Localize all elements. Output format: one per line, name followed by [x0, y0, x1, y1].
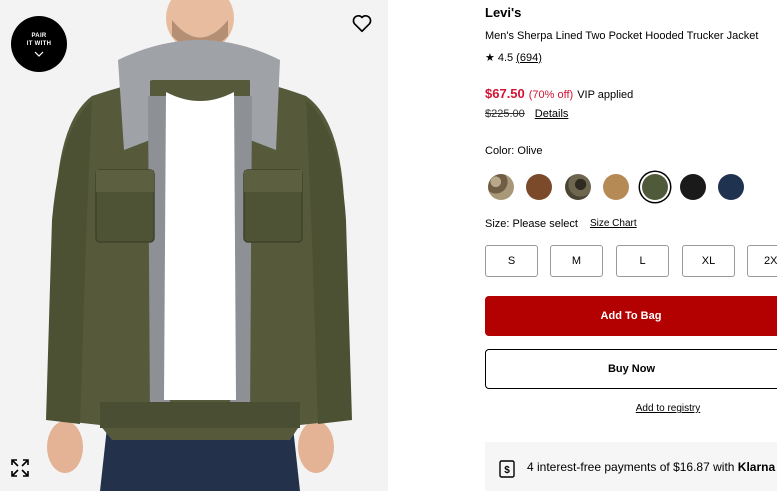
add-to-bag-button[interactable]: Add To Bag	[485, 296, 777, 336]
product-info-panel: Levi's Men's Sherpa Lined Two Pocket Hoo…	[485, 0, 777, 491]
size-option-l[interactable]: L	[616, 245, 669, 277]
rating: ★ 4.5 (694)	[485, 51, 542, 65]
heart-icon[interactable]	[351, 12, 373, 34]
color-swatch-navy[interactable]	[718, 174, 744, 200]
size-option-2x[interactable]: 2X	[747, 245, 777, 277]
color-swatch-camo-dark[interactable]	[565, 174, 591, 200]
brand-name[interactable]: Levi's	[485, 5, 521, 20]
color-swatch-camo-tan[interactable]	[488, 174, 514, 200]
pair-it-with-badge[interactable]: PAIR IT WITH	[11, 16, 67, 72]
size-option-m[interactable]: M	[550, 245, 603, 277]
klarna-brand: Klarna	[737, 460, 776, 474]
color-swatch-tan[interactable]	[603, 174, 629, 200]
original-price-row: $225.00 Details	[485, 108, 568, 120]
color-swatch-black[interactable]	[680, 174, 706, 200]
color-swatches	[485, 172, 777, 202]
color-label: Color: Olive	[485, 145, 543, 157]
add-to-registry-link[interactable]: Add to registry	[485, 403, 777, 414]
klarna-payments-text: 4 interest-free payments of $16.87 with	[527, 460, 738, 474]
size-option-xl[interactable]: XL	[682, 245, 735, 277]
buy-now-button[interactable]: Buy Now	[485, 349, 777, 389]
chevron-down-icon	[34, 51, 44, 57]
svg-text:$: $	[504, 465, 510, 476]
klarna-banner[interactable]: $ 4 interest-free payments of $16.87 wit…	[485, 442, 777, 491]
star-icon: ★	[485, 52, 495, 64]
size-option-s[interactable]: S	[485, 245, 538, 277]
expand-icon[interactable]	[10, 458, 30, 478]
color-swatch-olive[interactable]	[642, 174, 668, 200]
sale-price: $67.50	[485, 86, 525, 101]
color-swatch-brown[interactable]	[526, 174, 552, 200]
rating-value: 4.5	[497, 51, 514, 64]
size-options: S M L XL 2X	[485, 245, 777, 277]
product-title: Men's Sherpa Lined Two Pocket Hooded Tru…	[485, 30, 759, 42]
product-image-pane: PAIR IT WITH	[0, 0, 388, 491]
price-details-link[interactable]: Details	[535, 108, 569, 120]
original-price: $225.00	[485, 108, 525, 120]
size-row: Size: Please select Size Chart	[485, 218, 637, 230]
pair-badge-line1: PAIR	[31, 32, 47, 39]
dollar-tag-icon: $	[499, 460, 515, 478]
size-label: Size: Please select	[485, 218, 578, 230]
pair-badge-line2: IT WITH	[26, 40, 52, 47]
product-image[interactable]	[0, 0, 388, 491]
klarna-text: 4 interest-free payments of $16.87 with …	[527, 460, 775, 474]
review-count-link[interactable]: (694)	[516, 52, 542, 64]
vip-applied: VIP applied	[577, 89, 634, 101]
discount-percent: (70% off)	[528, 89, 574, 101]
size-chart-link[interactable]: Size Chart	[590, 218, 637, 230]
price-row: $67.50 (70% off) VIP applied	[485, 86, 633, 101]
